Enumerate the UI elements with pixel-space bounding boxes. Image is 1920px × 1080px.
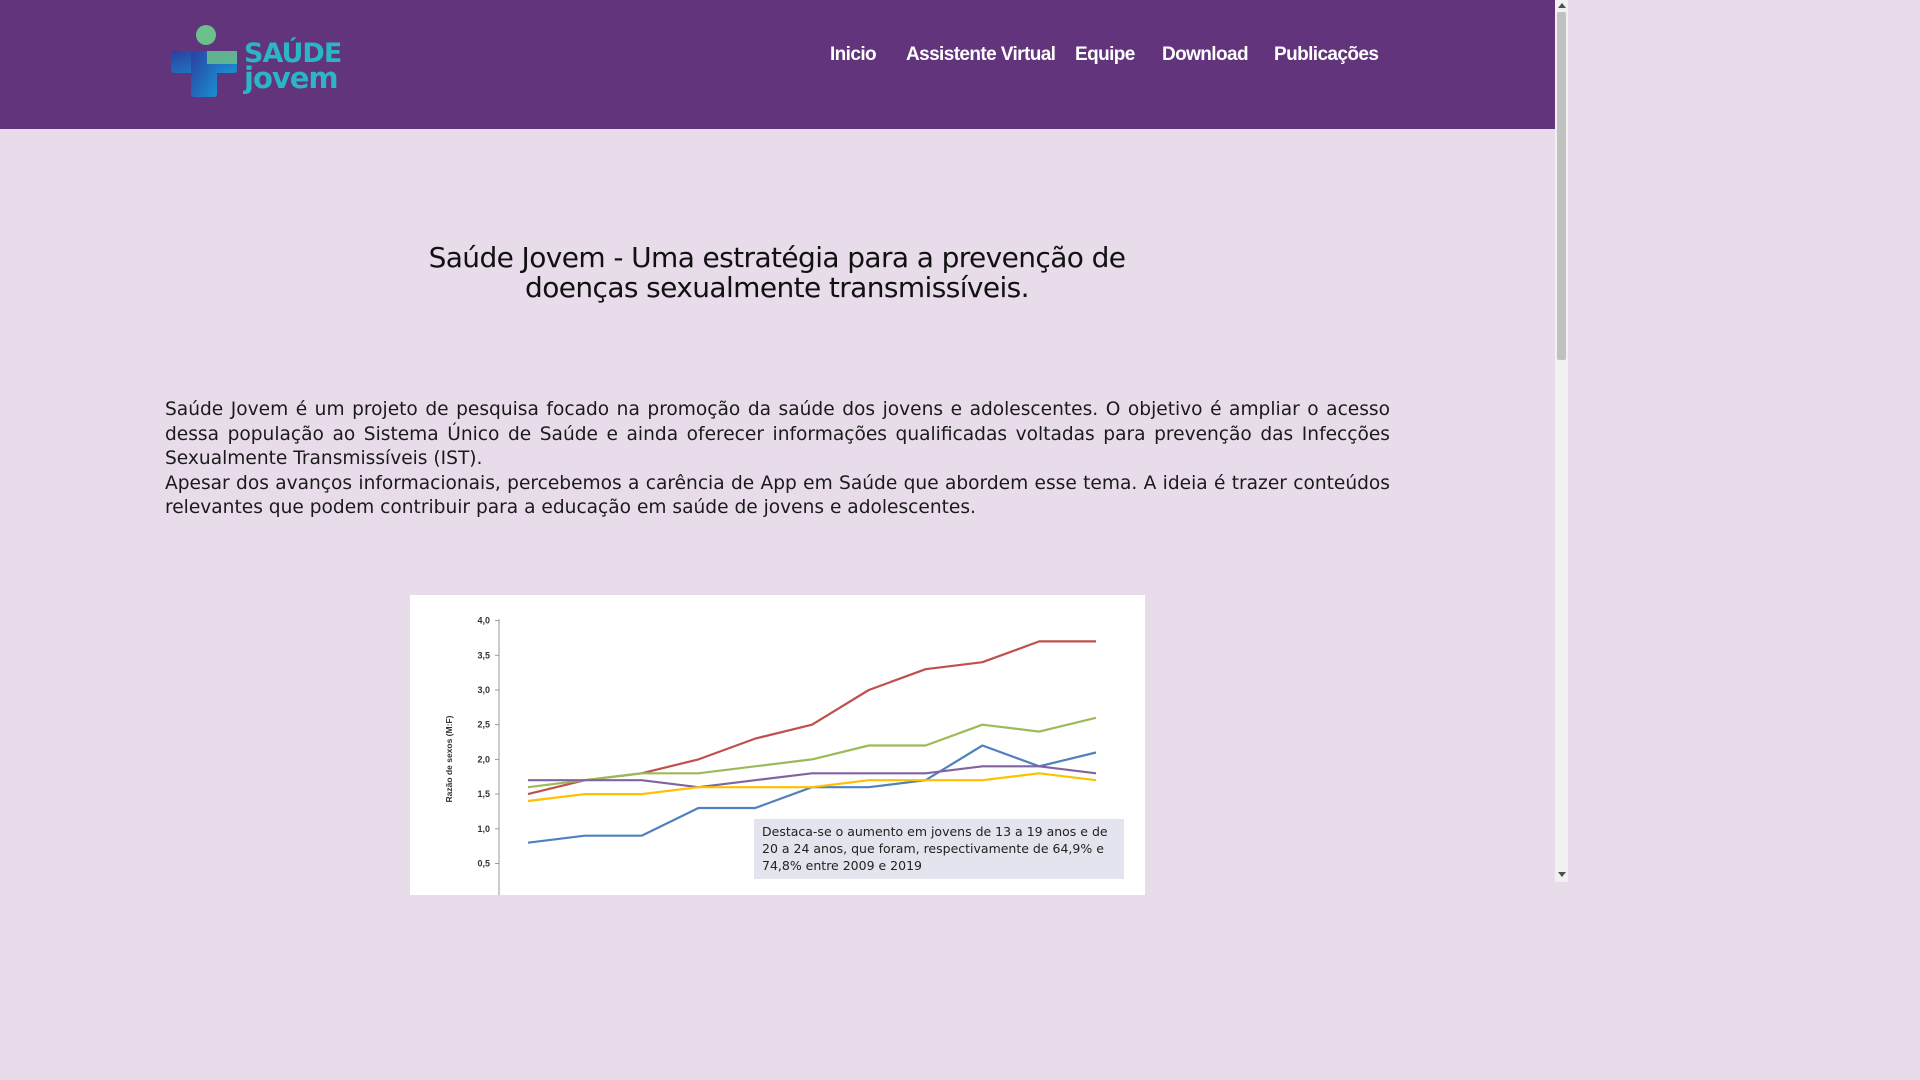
y-tick-label: 2,0: [477, 754, 490, 764]
nav-item-download[interactable]: Download: [1162, 44, 1249, 66]
nav-item-publicacoes[interactable]: Publicações: [1274, 44, 1379, 66]
series-line-1: [527, 640, 1096, 796]
page-title: Saúde Jovem - Uma estratégia para a prev…: [428, 241, 1126, 304]
main-nav: Inicio Assistente Virtual Equipe Downloa…: [0, 44, 1555, 74]
chart-figure: 0,5 1,0 1,5 2,0 2,5 3,0 3,5 4,0 Razão de sexos (…: [410, 595, 1145, 895]
scrollbar-thumb[interactable]: [1557, 12, 1566, 360]
nav-item-inicio[interactable]: Inicio: [830, 44, 877, 66]
y-tick-label: 3,0: [477, 685, 490, 695]
y-axis-label: Razão de sexos (M:F): [444, 715, 454, 802]
chart-annotation: Destaca-se o aumento em jovens de 13 a 1…: [754, 819, 1124, 879]
nav-item-equipe[interactable]: Equipe: [1075, 44, 1135, 66]
scroll-up-arrow-icon[interactable]: [1558, 3, 1566, 8]
nav-item-assistente-virtual[interactable]: Assistente Virtual: [906, 44, 1056, 66]
y-tick-label: 0,5: [477, 859, 490, 869]
site-header: SAÚDE jovem Inicio Assistente Virtual Eq…: [0, 0, 1555, 129]
intro-text: Saúde Jovem é um projeto de pesquisa foc…: [165, 398, 1390, 521]
y-tick-label: 1,5: [477, 789, 490, 799]
scroll-down-arrow-icon[interactable]: [1558, 872, 1566, 877]
y-tick-label: 2,5: [477, 720, 490, 730]
intro-paragraph-1: Saúde Jovem é um projeto de pesquisa foc…: [165, 399, 1390, 469]
y-tick-label: 1,0: [477, 824, 490, 834]
y-tick-label: 4,0: [477, 616, 490, 626]
y-tick-label: 3,5: [477, 650, 490, 660]
intro-paragraph-2: Apesar dos avanços informacionais, perce…: [165, 472, 1390, 519]
page-scrollbar[interactable]: [1555, 0, 1568, 882]
